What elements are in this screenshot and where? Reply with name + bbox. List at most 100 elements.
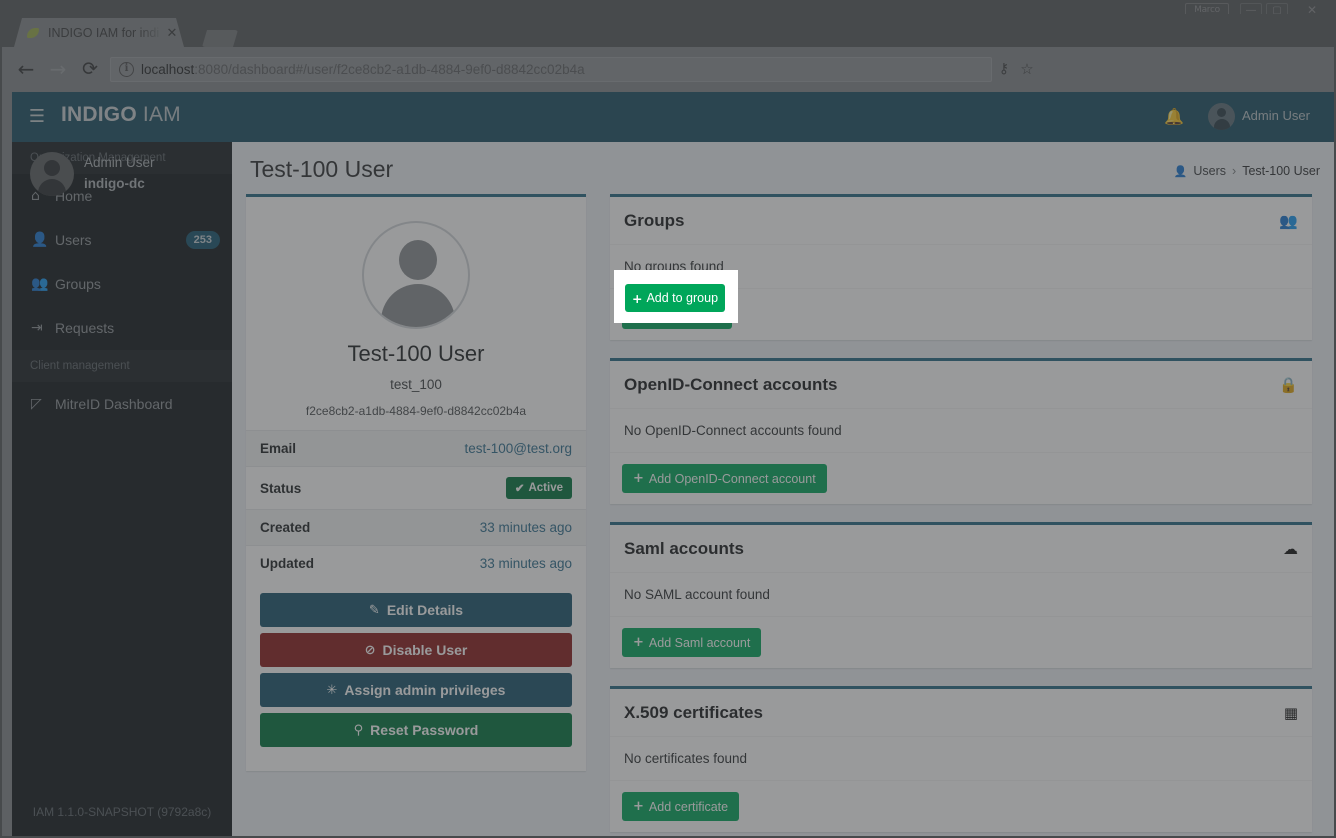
site-info-icon[interactable]: i bbox=[119, 62, 134, 77]
user-profile-card: Test-100 User test_100 f2ce8cb2-a1db-488… bbox=[246, 194, 586, 771]
edit-details-button[interactable]: ✎ Edit Details bbox=[260, 593, 572, 627]
add-saml-account-button[interactable]: + Add Saml account bbox=[622, 628, 762, 657]
notifications-bell-icon[interactable]: 🔔 bbox=[1160, 106, 1188, 128]
main-content: Test-100 User 👤 Users › Test-100 User Te… bbox=[232, 142, 1334, 836]
info-row-updated: Updated 33 minutes ago bbox=[246, 545, 586, 581]
user-icon: 👤 bbox=[31, 232, 49, 248]
sidebar-item-groups[interactable]: 👥 Groups bbox=[12, 262, 232, 306]
page-title: Test-100 User bbox=[250, 156, 394, 182]
info-row-status: Status ✔ Active bbox=[246, 466, 586, 509]
saml-accounts-panel: Saml accounts ☁ No SAML account found + … bbox=[610, 522, 1312, 668]
cloud-icon: ☁ bbox=[1283, 539, 1298, 558]
profile-actions: ✎ Edit Details ⊘ Disable User ✳ Assign a… bbox=[246, 581, 586, 767]
button-label: Disable User bbox=[382, 642, 468, 658]
password-key-icon[interactable]: ⚷ bbox=[994, 59, 1014, 80]
button-label: Assign admin privileges bbox=[344, 682, 506, 698]
requests-icon: ⇥ bbox=[31, 320, 43, 336]
sidebar-avatar bbox=[30, 152, 74, 196]
web-page: ☰ INDIGO IAM 🔔 Admin User Admin User ind… bbox=[12, 92, 1334, 836]
status-badge: ✔ Active bbox=[505, 477, 572, 499]
disable-user-button[interactable]: ⊘ Disable User bbox=[260, 633, 572, 667]
plus-icon: + bbox=[631, 290, 643, 306]
left-column: Test-100 User test_100 f2ce8cb2-a1db-488… bbox=[246, 194, 586, 789]
users-count-badge: 253 bbox=[185, 231, 220, 249]
bookmark-star-icon[interactable]: ☆ bbox=[1017, 59, 1037, 80]
pencil-icon: ✎ bbox=[368, 602, 380, 618]
panel-header: Groups 👥 bbox=[610, 197, 1312, 245]
id-card-icon: ▦ bbox=[1283, 703, 1298, 722]
sidebar-item-label: Users bbox=[55, 232, 92, 248]
users-group-icon: 👥 bbox=[1279, 211, 1298, 230]
sidebar-section-header-client: Client management bbox=[12, 350, 232, 382]
profile-name: Test-100 User bbox=[347, 341, 485, 366]
content-header: Test-100 User 👤 Users › Test-100 User bbox=[232, 142, 1334, 194]
app-navbar: ☰ INDIGO IAM 🔔 Admin User bbox=[12, 92, 1334, 142]
panel-title: Groups bbox=[624, 210, 685, 230]
ban-icon: ⊘ bbox=[364, 642, 376, 658]
reload-icon[interactable]: ⟳ bbox=[78, 58, 102, 82]
sidebar-user-org: indigo-dc bbox=[84, 176, 145, 191]
profile-uuid: f2ce8cb2-a1db-4884-9ef0-d8842cc02b4a bbox=[305, 404, 527, 418]
sidebar-item-mitreid-dashboard[interactable]: ◸ MitreID Dashboard bbox=[12, 382, 232, 426]
close-icon[interactable]: ✕ bbox=[166, 25, 178, 41]
sidebar: Admin User indigo-dc Organization Manage… bbox=[12, 142, 232, 836]
breadcrumb-parent-link[interactable]: Users bbox=[1193, 164, 1226, 178]
profile-username: test_100 bbox=[390, 377, 442, 392]
breadcrumb-separator: › bbox=[1232, 164, 1237, 178]
panel-footer: + Add Saml account bbox=[610, 617, 1312, 668]
info-label: Email bbox=[260, 441, 297, 456]
brand-bold: INDIGO bbox=[61, 103, 137, 126]
button-label: Add to group bbox=[646, 291, 719, 305]
created-value: 33 minutes ago bbox=[479, 520, 572, 535]
browser-tabstrip: INDIGO IAM for indi ✕ bbox=[2, 14, 1334, 47]
assign-admin-privileges-button[interactable]: ✳ Assign admin privileges bbox=[260, 673, 572, 707]
button-label: Add certificate bbox=[648, 799, 729, 814]
os-window: Marco — ▢ ✕ INDIGO IAM for indi ✕ ← → ⟳ … bbox=[0, 0, 1336, 838]
dashboard-icon: ◸ bbox=[31, 396, 42, 412]
sidebar-item-requests[interactable]: ⇥ Requests bbox=[12, 306, 232, 350]
gear-icon: ✳ bbox=[326, 682, 338, 698]
openid-connect-panel: OpenID-Connect accounts 🔒 No OpenID-Conn… bbox=[610, 358, 1312, 504]
email-link[interactable]: test-100@test.org bbox=[464, 441, 572, 456]
check-icon: ✔ bbox=[514, 483, 525, 495]
info-label: Created bbox=[260, 520, 311, 535]
navbar-username[interactable]: Admin User bbox=[1242, 108, 1310, 123]
panel-footer: + Add certificate bbox=[610, 781, 1312, 832]
key-icon: ⚲ bbox=[353, 722, 364, 738]
openid-empty-text: No OpenID-Connect accounts found bbox=[610, 409, 1312, 453]
forward-icon[interactable]: → bbox=[46, 58, 70, 82]
panel-header: X.509 certificates ▦ bbox=[610, 689, 1312, 737]
sidebar-user-name: Admin User bbox=[84, 155, 155, 170]
add-certificate-button[interactable]: + Add certificate bbox=[622, 792, 740, 821]
app-brand[interactable]: INDIGO IAM bbox=[61, 103, 181, 127]
plus-icon: + bbox=[633, 799, 644, 814]
saml-empty-text: No SAML account found bbox=[610, 573, 1312, 617]
panel-title: OpenID-Connect accounts bbox=[624, 374, 838, 394]
browser-tab[interactable]: INDIGO IAM for indi ✕ bbox=[14, 18, 184, 47]
panel-header: OpenID-Connect accounts 🔒 bbox=[610, 361, 1312, 409]
info-label: Status bbox=[260, 480, 302, 496]
address-bar[interactable]: i localhost:8080/dashboard#/user/f2ce8cb… bbox=[110, 57, 992, 82]
browser-window: INDIGO IAM for indi ✕ ← → ⟳ i localhost:… bbox=[2, 14, 1334, 836]
leaf-icon bbox=[26, 25, 41, 40]
lock-icon: 🔒 bbox=[1279, 375, 1298, 394]
button-label: Add OpenID-Connect account bbox=[648, 471, 816, 486]
sidebar-item-users[interactable]: 👤 Users 253 bbox=[12, 218, 232, 262]
add-openid-connect-account-button[interactable]: + Add OpenID-Connect account bbox=[622, 464, 827, 493]
new-tab-button[interactable] bbox=[202, 30, 238, 47]
plus-icon: + bbox=[633, 635, 644, 650]
url-path: :8080/dashboard#/user/f2ce8cb2-a1db-4884… bbox=[194, 62, 585, 77]
back-icon[interactable]: ← bbox=[14, 58, 38, 82]
sidebar-item-label: Requests bbox=[55, 320, 115, 336]
button-label: Add Saml account bbox=[648, 635, 751, 650]
browser-tab-title: INDIGO IAM for indi bbox=[48, 25, 160, 40]
reset-password-button[interactable]: ⚲ Reset Password bbox=[260, 713, 572, 747]
breadcrumb-current: Test-100 User bbox=[1242, 164, 1320, 178]
panel-header: Saml accounts ☁ bbox=[610, 525, 1312, 573]
highlighted-add-to-group-button[interactable]: + Add to group bbox=[625, 284, 725, 312]
navbar-avatar[interactable] bbox=[1208, 103, 1235, 130]
address-bar-url: localhost:8080/dashboard#/user/f2ce8cb2-… bbox=[141, 62, 585, 77]
sidebar-toggle-icon[interactable]: ☰ bbox=[20, 106, 54, 128]
panel-footer: + Add OpenID-Connect account bbox=[610, 453, 1312, 504]
window-titlebar: Marco — ▢ ✕ bbox=[0, 0, 1336, 18]
